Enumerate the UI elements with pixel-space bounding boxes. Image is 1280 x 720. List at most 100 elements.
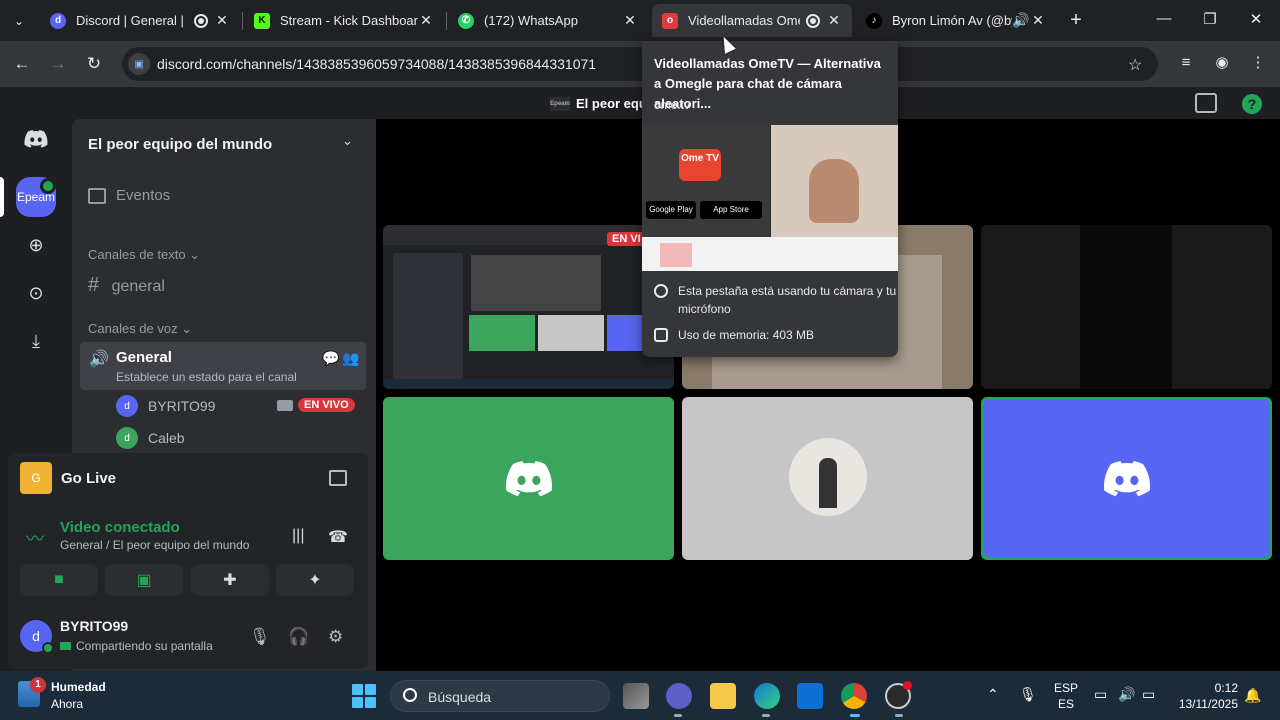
headphones-icon[interactable]: 🎧 bbox=[288, 627, 309, 647]
voice-user[interactable]: d BYRITO99 bbox=[116, 394, 215, 418]
events-item[interactable]: Eventos bbox=[88, 187, 170, 204]
minimize-icon[interactable]: — bbox=[1154, 10, 1174, 27]
tab-title: Stream - Kick Dashboard bbox=[280, 13, 418, 28]
close-tab-icon[interactable]: ✕ bbox=[622, 12, 638, 29]
bookmark-star-icon[interactable]: ☆ bbox=[1128, 55, 1142, 75]
screen-share-button[interactable]: ▣ bbox=[105, 564, 183, 596]
activities-button[interactable]: ✚ bbox=[191, 564, 269, 596]
new-tab-button[interactable]: + bbox=[1064, 9, 1088, 33]
tab-whatsapp[interactable]: ✆ (172) WhatsApp ✕ bbox=[448, 4, 648, 37]
text-channels-category[interactable]: Canales de texto ⌄ bbox=[88, 247, 200, 263]
explore-icon[interactable]: ⊙ bbox=[16, 273, 56, 313]
close-tab-icon[interactable]: ✕ bbox=[418, 12, 434, 29]
voice-connected-subtitle[interactable]: General / El peor equipo del mundo bbox=[60, 538, 249, 552]
windows-start-icon[interactable] bbox=[352, 684, 376, 708]
camera-icon bbox=[277, 400, 293, 411]
inbox-icon[interactable] bbox=[1195, 93, 1217, 113]
volume-icon[interactable]: 🔊 bbox=[1118, 686, 1135, 703]
voice-connected-title[interactable]: Video conectado bbox=[60, 519, 180, 536]
add-server-icon[interactable]: ⊕ bbox=[16, 225, 56, 265]
tab-ometv[interactable]: o Videollamadas Ome ✕ bbox=[652, 4, 852, 37]
reload-icon[interactable]: ↻ bbox=[83, 53, 105, 75]
store-icon[interactable] bbox=[797, 683, 823, 709]
participant-tile-speaking[interactable] bbox=[981, 397, 1272, 560]
noise-suppression-icon[interactable]: ||| bbox=[292, 527, 304, 545]
whatsapp-icon: ✆ bbox=[458, 12, 474, 29]
network-icon[interactable]: ▭ bbox=[1094, 686, 1107, 703]
restore-icon[interactable]: ❐ bbox=[1200, 10, 1220, 28]
chat-icon[interactable]: 💬 bbox=[322, 350, 339, 367]
voice-channel-general[interactable]: 🔊 General Establece un estado para el ca… bbox=[80, 342, 366, 390]
forward-icon[interactable]: → bbox=[47, 53, 69, 75]
taskbar-search[interactable]: Búsqueda bbox=[390, 680, 610, 712]
microphone-tray-icon[interactable]: 🎙 bbox=[1019, 686, 1037, 703]
server-name: El peor equipo del mundo bbox=[88, 136, 273, 153]
close-tab-icon[interactable]: ✕ bbox=[214, 12, 230, 29]
file-explorer-icon[interactable] bbox=[710, 683, 736, 709]
chevron-up-icon[interactable]: ⌃ bbox=[987, 686, 999, 703]
battery-icon[interactable]: ▭ bbox=[1142, 686, 1155, 703]
download-icon[interactable]: ⤓ bbox=[16, 321, 56, 361]
close-window-icon[interactable]: ✕ bbox=[1246, 10, 1266, 28]
help-icon[interactable]: ? bbox=[1242, 94, 1262, 114]
invite-icon[interactable]: 👥 bbox=[342, 350, 359, 367]
task-view-icon[interactable] bbox=[623, 683, 649, 709]
memory-gauge-icon bbox=[654, 328, 668, 342]
voice-user[interactable]: d Caleb bbox=[116, 426, 185, 450]
channel-general-text[interactable]: # general bbox=[88, 274, 165, 297]
edge-icon[interactable] bbox=[754, 683, 780, 709]
microphone-icon[interactable]: 🎙 bbox=[249, 627, 271, 647]
participant-tile-green[interactable] bbox=[383, 397, 674, 560]
language-indicator[interactable]: ESP ES bbox=[1054, 680, 1078, 712]
screen-share-mini-icon bbox=[60, 642, 71, 650]
tab-kick[interactable]: K Stream - Kick Dashboard ✕ bbox=[244, 4, 444, 37]
online-status-dot bbox=[42, 642, 54, 654]
server-header[interactable]: El peor equipo del mundo ⌄ bbox=[72, 119, 376, 167]
discord-home-icon[interactable] bbox=[16, 119, 56, 159]
stop-stream-icon[interactable] bbox=[329, 470, 347, 486]
camera-button[interactable]: ■ bbox=[20, 564, 98, 596]
tab-search-icon[interactable]: ⌄ bbox=[6, 8, 32, 34]
close-tab-icon[interactable]: ✕ bbox=[1030, 12, 1046, 29]
weather-title[interactable]: Humedad bbox=[51, 680, 106, 694]
memory-text: Uso de memoria: 403 MB bbox=[678, 328, 815, 342]
media-control-icon[interactable]: ≡ bbox=[1176, 53, 1196, 73]
tab-discord[interactable]: d Discord | General | El ✕ bbox=[40, 4, 240, 37]
notification-bell-icon[interactable]: 🔔 bbox=[1244, 687, 1261, 704]
speaker-icon: 🔊 bbox=[1012, 12, 1030, 28]
soundboard-button[interactable]: ✦ bbox=[276, 564, 354, 596]
voice-channel-status[interactable]: Establece un estado para el canal bbox=[116, 370, 297, 384]
clock[interactable]: 0:12 13/11/2025 bbox=[1172, 680, 1238, 712]
channel-label: general bbox=[111, 278, 165, 295]
user-status: Compartiendo su pantalla bbox=[60, 639, 213, 653]
tab-hover-card: Videollamadas OmeTV — Alternativa a Omeg… bbox=[642, 41, 898, 357]
recording-icon bbox=[806, 13, 820, 28]
keyboard-layout: ES bbox=[1058, 697, 1075, 711]
camera-tile-dark[interactable] bbox=[981, 225, 1272, 389]
tab-tiktok[interactable]: ♪ Byron Limón Av (@by 🔊 ✕ bbox=[856, 4, 1056, 37]
address-bar[interactable]: ▣ discord.com/channels/14383853960597340… bbox=[122, 47, 1158, 81]
close-tab-icon[interactable]: ✕ bbox=[826, 12, 842, 29]
menu-icon[interactable]: ⋮ bbox=[1248, 53, 1268, 73]
settings-gear-icon[interactable]: ⚙ bbox=[328, 627, 343, 647]
voice-channels-category[interactable]: Canales de voz ⌄ bbox=[88, 321, 192, 337]
stream-live-badge: EN VI bbox=[607, 232, 646, 246]
profile-icon[interactable]: ◉ bbox=[1212, 53, 1232, 73]
active-app-indicator bbox=[850, 714, 860, 717]
search-placeholder: Búsqueda bbox=[428, 689, 492, 705]
browser-tab-bar: ⌄ d Discord | General | El ✕ K Stream - … bbox=[0, 0, 1280, 41]
back-icon[interactable]: ← bbox=[11, 53, 33, 75]
url-text[interactable]: discord.com/channels/1438385396059734088… bbox=[157, 56, 596, 72]
category-label: Canales de voz bbox=[88, 321, 178, 336]
weather-subtitle[interactable]: Ahora bbox=[51, 697, 83, 711]
teams-icon[interactable] bbox=[666, 683, 692, 709]
screen: ⌄ d Discord | General | El ✕ K Stream - … bbox=[0, 0, 1280, 720]
user-name[interactable]: BYRITO99 bbox=[60, 618, 128, 634]
ometv-icon: o bbox=[662, 12, 678, 29]
site-info-icon[interactable]: ▣ bbox=[128, 53, 150, 75]
screen-share-tile[interactable] bbox=[383, 225, 674, 389]
voice-active-badge bbox=[40, 178, 56, 194]
app-store-label: App Store bbox=[713, 205, 749, 214]
chrome-icon[interactable] bbox=[841, 683, 867, 709]
disconnect-icon[interactable]: ☎ bbox=[328, 527, 348, 547]
